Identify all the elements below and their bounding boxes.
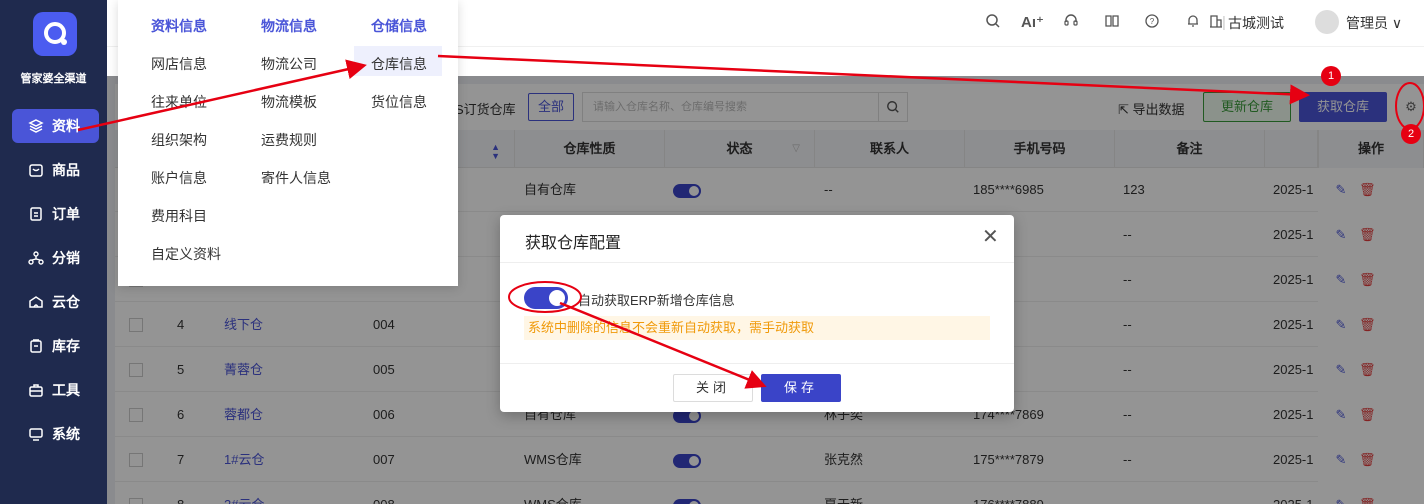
order-doc-icon	[30, 207, 42, 221]
sidebar-item-label: 系统	[52, 426, 80, 442]
user-name[interactable]: 管理员 ∨	[1346, 13, 1402, 33]
customer-service-icon[interactable]	[1061, 13, 1081, 33]
sidebar-item-cloud-warehouse[interactable]: 云仓	[12, 285, 99, 319]
menu-item-freight-rules[interactable]: 运费规则	[261, 130, 317, 150]
cloud-warehouse-icon	[29, 296, 43, 308]
distribution-icon	[28, 251, 44, 265]
inventory-icon	[30, 339, 42, 353]
divider	[500, 363, 1014, 364]
menu-item-organization[interactable]: 组织架构	[151, 130, 207, 150]
dialog-title: 获取仓库配置	[525, 235, 622, 252]
product-box-icon	[29, 164, 43, 177]
data-mega-menu: 资料信息 物流信息 仓储信息 网店信息 往来单位 组织架构 账户信息 费用科目 …	[118, 0, 458, 286]
sidebar-item-inventory[interactable]: 库存	[12, 329, 99, 363]
bell-icon[interactable]	[1183, 13, 1203, 33]
toggle-label: 自动获取ERP新增仓库信息	[578, 293, 735, 308]
step-badge-2: 2	[1401, 124, 1421, 144]
warning-notice: 系统中删除的信息不会重新自动获取，需手动获取	[524, 316, 990, 340]
save-button[interactable]: 保存	[761, 374, 841, 402]
menu-item-logistics-company[interactable]: 物流公司	[261, 54, 317, 74]
help-icon[interactable]: ?	[1142, 13, 1162, 33]
menu-item-location-info[interactable]: 货位信息	[371, 92, 427, 112]
sidebar-item-label: 商品	[52, 162, 80, 178]
sidebar-item-tools[interactable]: 工具	[12, 373, 99, 407]
layers-icon	[28, 119, 44, 133]
menu-item-accounts[interactable]: 账户信息	[151, 168, 207, 188]
avatar[interactable]	[1315, 10, 1339, 34]
sidebar-item-label: 库存	[52, 338, 80, 354]
menu-group-title: 物流信息	[261, 18, 317, 34]
sidebar-item-order[interactable]: 订单	[12, 197, 99, 231]
menu-item-expense-subjects[interactable]: 费用科目	[151, 206, 207, 226]
close-icon[interactable]: ✕	[982, 227, 999, 247]
divider	[500, 262, 1014, 263]
chevron-down-icon: ∨	[1391, 15, 1403, 31]
search-icon[interactable]	[983, 13, 1003, 33]
menu-item-logistics-template[interactable]: 物流模板	[261, 92, 317, 112]
svg-text:?: ?	[1150, 17, 1155, 26]
book-icon[interactable]	[1102, 13, 1122, 33]
sidebar-item-system[interactable]: 系统	[12, 417, 99, 451]
sidebar-item-label: 分销	[52, 250, 80, 266]
menu-group-title: 仓储信息	[371, 18, 427, 34]
sidebar-item-label: 资料	[52, 118, 80, 134]
sidebar-item-distribution[interactable]: 分销	[12, 241, 99, 275]
menu-item-sender-info[interactable]: 寄件人信息	[261, 168, 331, 188]
app-logo	[33, 12, 77, 56]
fetch-warehouse-config-dialog: 获取仓库配置 ✕ 自动获取ERP新增仓库信息 系统中删除的信息不会重新自动获取，…	[500, 215, 1014, 412]
close-button[interactable]: 关闭	[673, 374, 753, 402]
company-building-icon	[1206, 13, 1226, 33]
menu-item-warehouse-info[interactable]: 仓库信息	[371, 54, 427, 74]
sidebar-item-label: 工具	[52, 382, 80, 398]
company-name[interactable]: 古城测试	[1228, 13, 1284, 33]
brand-name: 管家婆全渠道	[20, 73, 87, 85]
monitor-icon	[29, 428, 43, 441]
sidebar-item-label: 订单	[52, 206, 80, 222]
sidebar-item-data[interactable]: 资料	[12, 109, 99, 143]
sidebar: 管家婆全渠道 资料 商品 订单 分销 云仓 库存 工具 系统	[0, 0, 107, 504]
auto-fetch-toggle[interactable]	[524, 287, 568, 309]
menu-item-custom-data[interactable]: 自定义资料	[151, 244, 221, 264]
sidebar-item-label: 云仓	[52, 294, 80, 310]
user-name-label: 管理员	[1346, 15, 1388, 31]
ai-icon[interactable]: Aı⁺	[1021, 13, 1044, 33]
menu-item-shop-info[interactable]: 网店信息	[151, 54, 207, 74]
toolbox-icon	[29, 384, 43, 397]
sidebar-item-product[interactable]: 商品	[12, 153, 99, 187]
step-badge-1: 1	[1321, 66, 1341, 86]
menu-group-title: 资料信息	[151, 18, 207, 34]
menu-item-partners[interactable]: 往来单位	[151, 92, 207, 112]
